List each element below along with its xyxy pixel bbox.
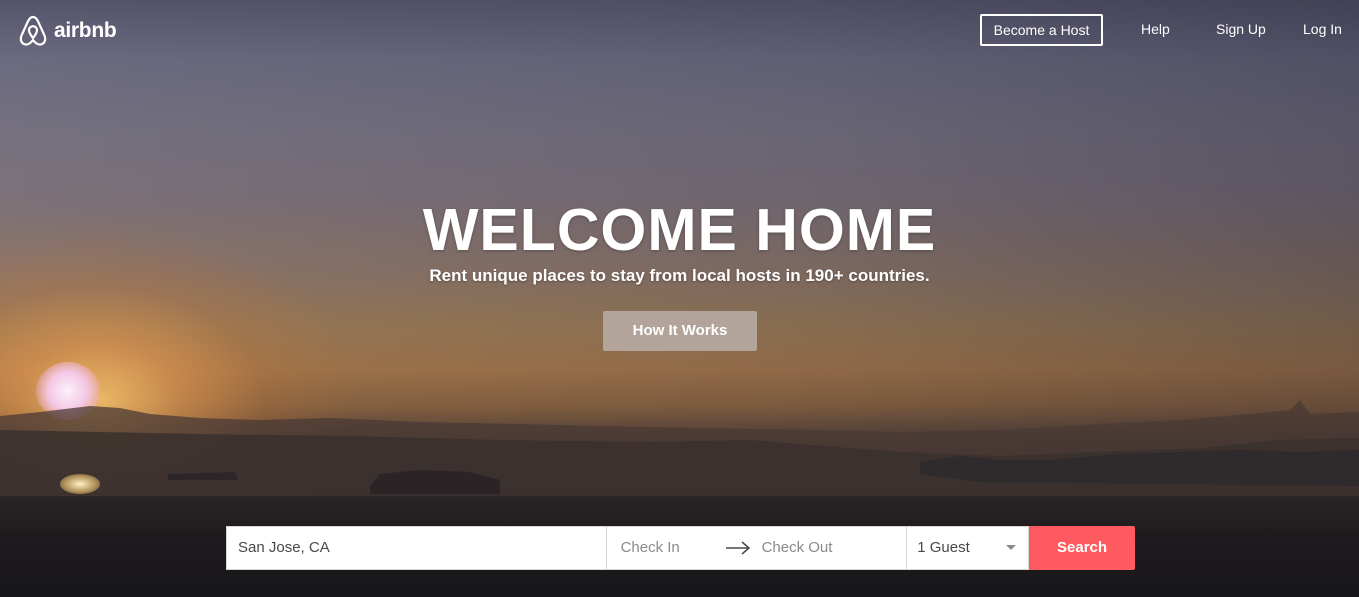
airbnb-belo-icon	[19, 15, 47, 46]
hills-silhouette	[0, 400, 1359, 500]
how-it-works-button[interactable]: How It Works	[603, 311, 757, 351]
search-bar: San Jose, CA Check In Check Out 1 Guest …	[226, 526, 1135, 570]
check-out-field[interactable]: Check Out	[762, 527, 833, 569]
brand-name: airbnb	[54, 19, 117, 42]
date-range-picker: Check In Check Out	[605, 526, 907, 570]
location-input[interactable]: San Jose, CA	[226, 526, 606, 570]
brand-logo[interactable]: airbnb	[18, 15, 117, 47]
become-host-button[interactable]: Become a Host	[980, 14, 1103, 46]
hero-background	[0, 0, 1359, 597]
guests-select[interactable]: 1 Guest	[906, 526, 1030, 570]
hero-headline: WELCOME HOME	[422, 197, 937, 263]
guests-selected-value: 1 Guest	[917, 539, 970, 556]
caret-down-icon	[1006, 545, 1017, 550]
top-header: airbnb Become a Host Help Sign Up Log In	[0, 0, 1359, 62]
sun-reflection	[60, 474, 100, 494]
help-link[interactable]: Help	[1141, 14, 1170, 46]
arrow-right-icon	[725, 541, 750, 555]
sign-up-link[interactable]: Sign Up	[1216, 14, 1266, 46]
search-button[interactable]: Search	[1029, 526, 1135, 570]
log-in-link[interactable]: Log In	[1303, 14, 1342, 46]
hero-tagline: Rent unique places to stay from local ho…	[429, 266, 930, 285]
check-in-field[interactable]: Check In	[621, 527, 680, 569]
